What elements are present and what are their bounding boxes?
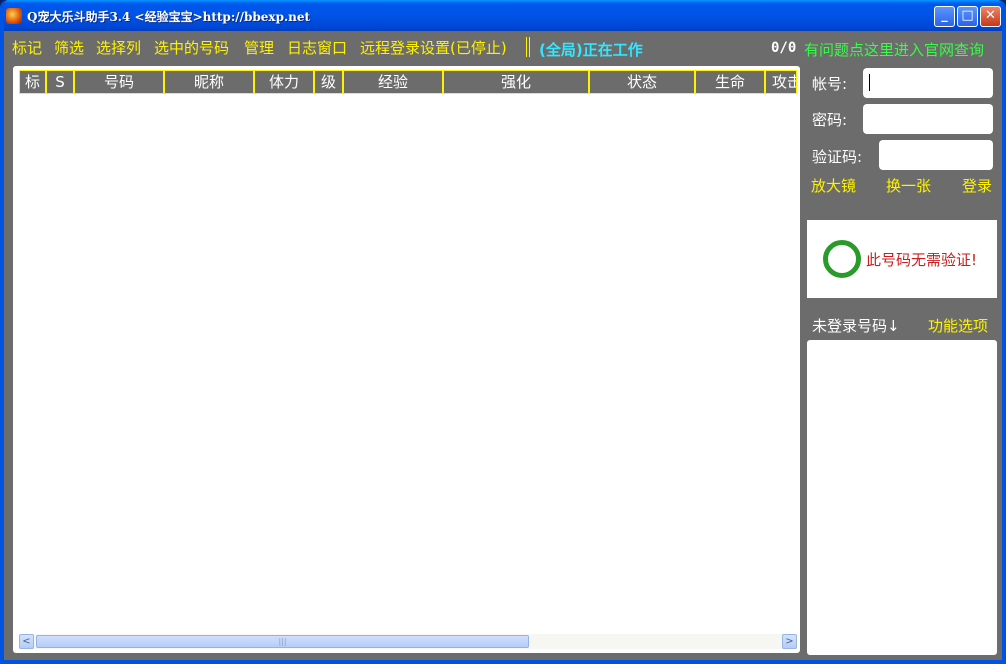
menu-filter[interactable]: 筛选 — [54, 39, 84, 57]
column-header-experience[interactable]: 经验 — [344, 71, 444, 93]
menu-log-window[interactable]: 日志窗口 — [287, 39, 347, 57]
check-ring-icon — [823, 240, 861, 278]
column-header-life[interactable]: 生命 — [696, 71, 766, 93]
password-input[interactable] — [863, 104, 993, 134]
refresh-captcha-link[interactable]: 换一张 — [886, 175, 931, 196]
account-input[interactable] — [863, 68, 993, 98]
minimize-button[interactable]: _ — [934, 6, 955, 27]
captcha-message: 此号码无需验证! — [866, 251, 978, 269]
account-label: 帐号: — [812, 75, 848, 93]
horizontal-scrollbar[interactable]: < ||| > — [19, 634, 797, 649]
unlogged-accounts-label: 未登录号码↓ — [812, 317, 900, 335]
menu-mark[interactable]: 标记 — [12, 39, 42, 57]
column-header-enhance[interactable]: 强化 — [444, 71, 590, 93]
menu-selected-accounts[interactable]: 选中的号码 — [154, 39, 229, 57]
function-options-link[interactable]: 功能选项 — [928, 315, 988, 336]
scroll-right-icon[interactable]: > — [782, 634, 797, 649]
column-header-level[interactable]: 级 — [315, 71, 344, 93]
password-label: 密码: — [812, 111, 848, 129]
table-header: 标 S 号码 昵称 体力 级 经验 强化 状态 生命 攻击 — [19, 70, 797, 94]
account-counter: 0/0 — [771, 40, 797, 56]
captcha-image-box: 此号码无需验证! — [807, 220, 997, 298]
column-header-mark[interactable]: 标 — [20, 71, 47, 93]
text-caret — [869, 74, 870, 91]
maximize-button[interactable]: □ — [957, 6, 978, 27]
title-bar[interactable]: Q宠大乐斗助手3.4 <经验宝宝>http://bbexp.net _ □ ✕ — [4, 0, 1002, 31]
main-window: Q宠大乐斗助手3.4 <经验宝宝>http://bbexp.net _ □ ✕ … — [0, 0, 1006, 664]
global-status[interactable]: (全局)正在工作 — [539, 39, 643, 60]
column-header-s[interactable]: S — [47, 71, 75, 93]
menu-remote-login-settings[interactable]: 远程登录设置(已停止) — [360, 39, 507, 57]
close-button[interactable]: ✕ — [980, 6, 1001, 27]
column-header-status[interactable]: 状态 — [590, 71, 696, 93]
unlogged-accounts-list[interactable] — [807, 340, 997, 655]
login-link[interactable]: 登录 — [962, 175, 992, 196]
column-header-nickname[interactable]: 昵称 — [165, 71, 255, 93]
menu-separator — [526, 37, 530, 57]
menu-select-columns[interactable]: 选择列 — [96, 39, 141, 57]
app-icon[interactable] — [6, 8, 22, 24]
scroll-left-icon[interactable]: < — [19, 634, 34, 649]
account-list-panel[interactable]: 标 S 号码 昵称 体力 级 经验 强化 状态 生命 攻击 < ||| > — [13, 66, 800, 653]
help-link[interactable]: 有问题点这里进入官网查询 — [804, 39, 984, 60]
captcha-input[interactable] — [879, 140, 993, 170]
window-title: Q宠大乐斗助手3.4 <经验宝宝>http://bbexp.net — [27, 10, 311, 24]
captcha-label: 验证码: — [812, 148, 863, 166]
column-header-number[interactable]: 号码 — [75, 71, 165, 93]
column-header-attack[interactable]: 攻击 — [766, 71, 796, 93]
scrollbar-thumb[interactable]: ||| — [36, 635, 529, 648]
column-header-stamina[interactable]: 体力 — [255, 71, 315, 93]
magnifier-link[interactable]: 放大镜 — [811, 175, 856, 196]
menu-manage[interactable]: 管理 — [244, 39, 274, 57]
